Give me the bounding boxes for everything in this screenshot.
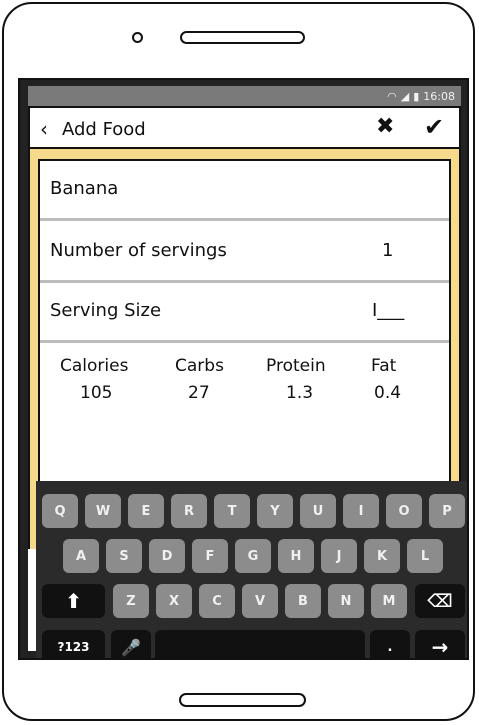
servings-row[interactable]: Number of servings 1	[40, 223, 449, 283]
check-icon[interactable]: ✔	[424, 113, 444, 141]
key-j[interactable]: J	[321, 539, 357, 573]
key-s[interactable]: S	[106, 539, 142, 573]
key-v[interactable]: V	[242, 584, 278, 618]
key-z[interactable]: Z	[113, 584, 149, 618]
serving-size-row[interactable]: Serving Size I___	[40, 283, 449, 343]
key-d[interactable]: D	[149, 539, 185, 573]
key-b[interactable]: B	[285, 584, 321, 618]
calories-value: 105	[80, 383, 113, 403]
status-bar: ◠ ◢ ▮ 16:08	[28, 86, 461, 106]
food-name-row: Banana	[40, 161, 449, 221]
app: ‹ Add Food ✖ ✔ Banana Number of servings…	[28, 106, 467, 658]
status-time: 16:08	[423, 89, 455, 103]
shift-key[interactable]: ⬆	[42, 584, 105, 618]
key-o[interactable]: O	[386, 494, 422, 528]
key-k[interactable]: K	[364, 539, 400, 573]
home-button[interactable]	[179, 693, 306, 707]
space-key[interactable]	[155, 630, 365, 658]
app-bar: ‹ Add Food ✖ ✔	[28, 106, 461, 149]
keyboard: Q W E R T Y U I O P A S D F G H J K L ⬆ …	[36, 481, 467, 659]
key-r[interactable]: R	[171, 494, 207, 528]
calories-header: Calories	[60, 356, 129, 376]
servings-label: Number of servings	[50, 240, 227, 261]
speaker	[180, 31, 305, 44]
period-key[interactable]: .	[370, 630, 410, 658]
key-e[interactable]: E	[128, 494, 164, 528]
key-x[interactable]: X	[156, 584, 192, 618]
mic-key[interactable]: 🎤	[111, 630, 151, 658]
page-title: Add Food	[62, 119, 146, 140]
arrow-right-icon: →	[431, 635, 449, 659]
key-g[interactable]: G	[235, 539, 271, 573]
serving-size-input[interactable]: I___	[372, 300, 404, 321]
close-icon[interactable]: ✖	[376, 114, 394, 139]
key-a[interactable]: A	[63, 539, 99, 573]
fat-header: Fat	[371, 356, 397, 376]
shift-icon: ⬆	[65, 589, 82, 613]
symbols-key[interactable]: ?123	[42, 630, 105, 658]
protein-value: 1.3	[286, 383, 314, 403]
key-w[interactable]: W	[85, 494, 121, 528]
key-q[interactable]: Q	[42, 494, 78, 528]
key-f[interactable]: F	[192, 539, 228, 573]
microphone-icon: 🎤	[121, 637, 141, 657]
wifi-icon: ◠	[387, 89, 397, 103]
key-l[interactable]: L	[407, 539, 443, 573]
key-y[interactable]: Y	[257, 494, 293, 528]
serving-size-label: Serving Size	[50, 300, 162, 321]
key-u[interactable]: U	[300, 494, 336, 528]
key-m[interactable]: M	[371, 584, 407, 618]
backspace-icon: ⌫	[427, 590, 453, 612]
enter-key[interactable]: →	[415, 630, 465, 659]
signal-icon: ◢	[400, 89, 410, 103]
key-p[interactable]: P	[429, 494, 465, 528]
carbs-header: Carbs	[175, 356, 224, 376]
key-c[interactable]: C	[199, 584, 235, 618]
food-card: Banana Number of servings 1 Serving Size…	[38, 159, 451, 519]
key-i[interactable]: I	[343, 494, 379, 528]
key-h[interactable]: H	[278, 539, 314, 573]
carbs-value: 27	[188, 383, 210, 403]
backspace-key[interactable]: ⌫	[415, 584, 465, 618]
fat-value: 0.4	[374, 383, 402, 403]
servings-input[interactable]: 1	[382, 240, 393, 261]
phone-frame: ◠ ◢ ▮ 16:08 ‹ Add Food ✖ ✔ Banana Number…	[2, 2, 475, 721]
battery-icon: ▮	[413, 89, 420, 103]
key-n[interactable]: N	[328, 584, 364, 618]
screen: ◠ ◢ ▮ 16:08 ‹ Add Food ✖ ✔ Banana Number…	[18, 78, 469, 660]
protein-header: Protein	[266, 356, 326, 376]
food-name: Banana	[50, 178, 119, 199]
key-t[interactable]: T	[214, 494, 250, 528]
back-icon[interactable]: ‹	[40, 117, 48, 141]
camera	[132, 32, 143, 43]
